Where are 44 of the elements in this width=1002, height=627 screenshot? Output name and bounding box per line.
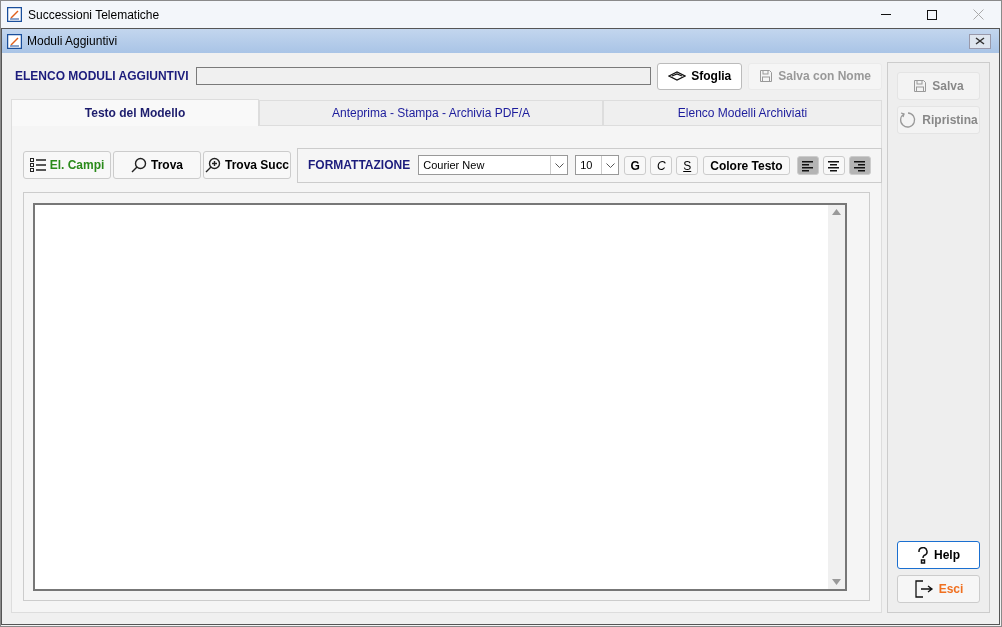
chevron-down-icon [554, 162, 564, 168]
text-color-button[interactable]: Colore Testo [703, 155, 790, 175]
minimize-icon [881, 14, 891, 15]
font-size-dropdown[interactable]: 10 [575, 155, 620, 175]
scroll-down-icon [832, 579, 841, 585]
align-center-icon [826, 158, 842, 172]
dialog-close-button[interactable] [969, 33, 991, 49]
align-right-icon [852, 158, 868, 172]
layers-icon [668, 71, 687, 81]
browse-button[interactable]: Sfoglia [657, 62, 743, 90]
find-next-button[interactable]: Trova Succ [203, 151, 291, 179]
modules-label: ELENCO MODULI AGGIUNTIVI [14, 68, 190, 85]
align-right-button[interactable] [848, 155, 871, 175]
dialog-title: Moduli Aggiuntivi [27, 33, 118, 50]
maximize-icon [927, 9, 937, 20]
tab[interactable]: Anteprima - Stampa - Archivia PDF/A [259, 100, 603, 126]
formatting-label: FORMATTAZIONE [308, 157, 411, 174]
bold-button[interactable]: G [624, 155, 647, 175]
help-button[interactable]: Help [897, 541, 980, 569]
circular-arrow-icon [899, 111, 918, 129]
align-center-button[interactable] [822, 155, 845, 175]
field-list-button[interactable]: El. Campi [23, 151, 111, 179]
align-left-button[interactable] [796, 155, 819, 175]
font-dropdown[interactable]: Courier New [418, 155, 569, 175]
scroll-up-icon [832, 209, 841, 215]
app-logo-icon [7, 33, 22, 49]
list-icon [29, 158, 46, 172]
close-icon [975, 37, 985, 45]
italic-button[interactable]: C [650, 155, 673, 175]
find-button[interactable]: Trova [113, 151, 201, 179]
vertical-scrollbar[interactable] [828, 205, 845, 589]
chevron-down-icon [605, 162, 615, 168]
close-icon [972, 9, 984, 20]
tab[interactable]: Testo del Modello [11, 99, 259, 126]
question-mark-icon [917, 546, 929, 564]
modules-field[interactable] [195, 67, 652, 85]
app-logo-icon [7, 7, 22, 22]
align-left-icon [800, 158, 816, 172]
underline-button[interactable]: S [676, 155, 699, 175]
tab[interactable]: Elenco Modelli Archiviati [603, 100, 882, 126]
window-title: Successioni Telematiche [28, 6, 160, 24]
exit-door-icon [913, 579, 934, 599]
zoom-in-icon [205, 157, 221, 173]
search-icon [131, 157, 147, 173]
